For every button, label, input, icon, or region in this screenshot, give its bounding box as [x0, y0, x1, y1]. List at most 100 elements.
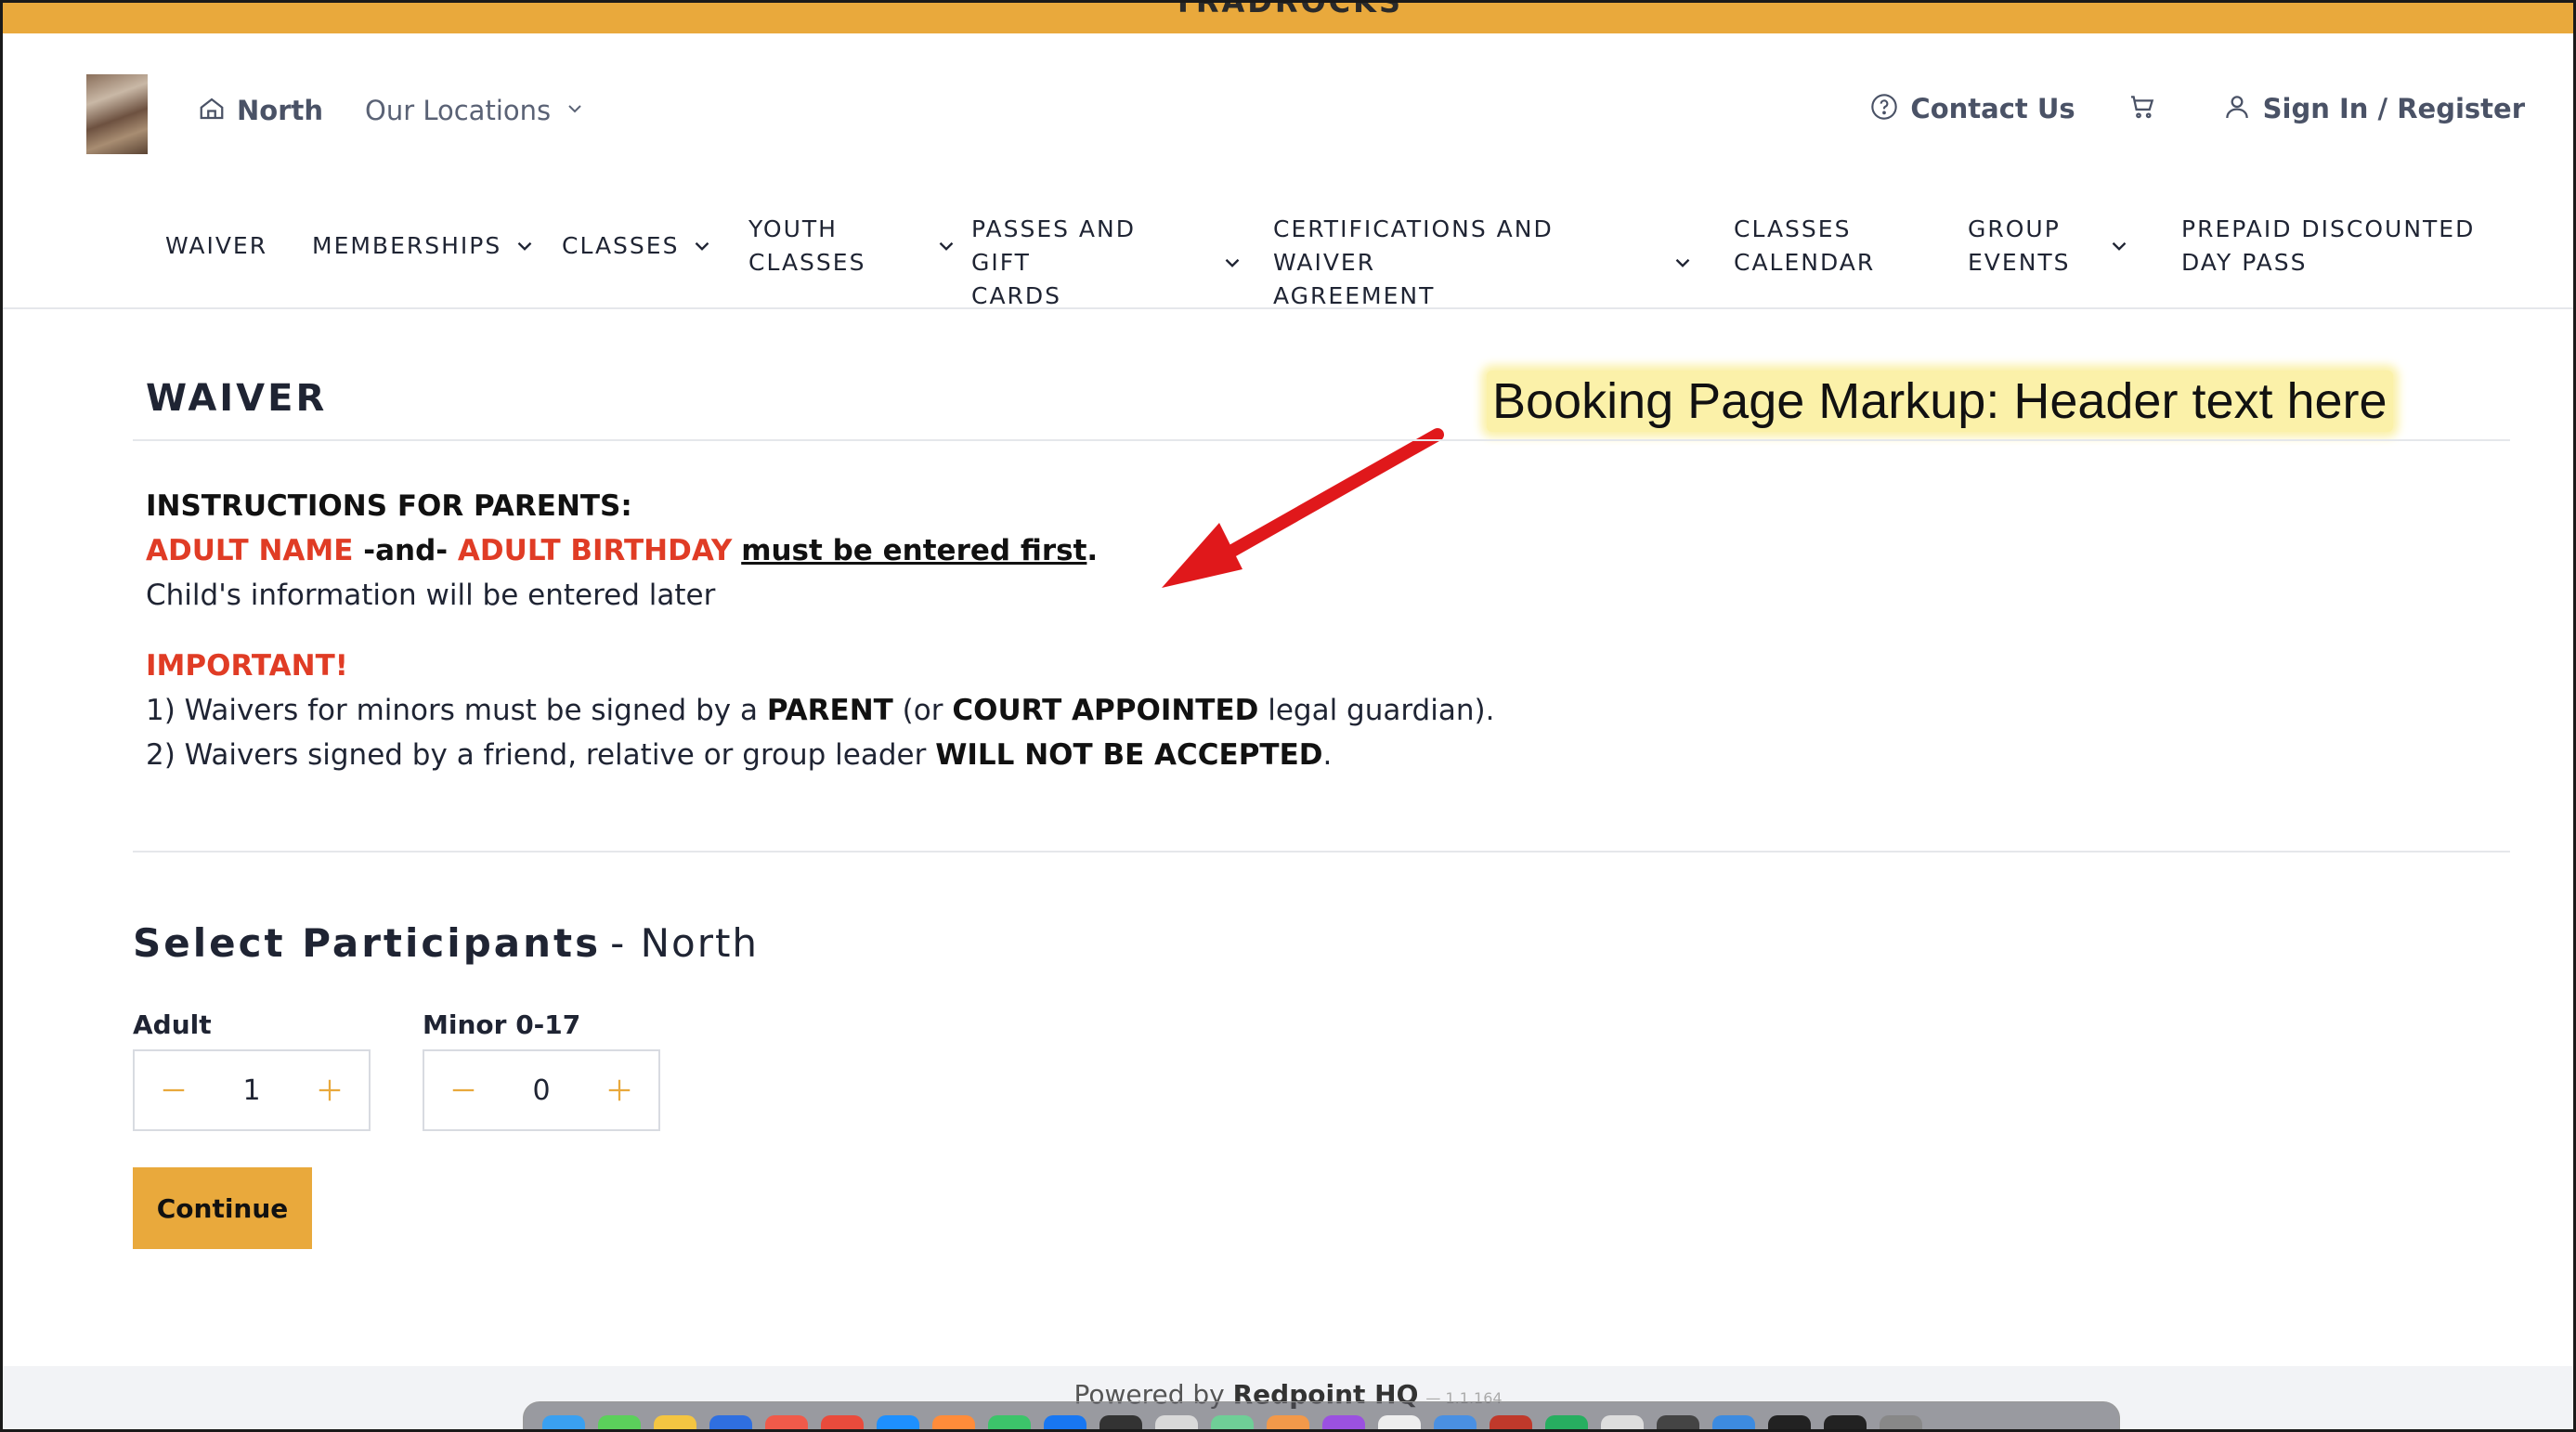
increment-button[interactable] [309, 1070, 350, 1111]
locations-label: Our Locations [365, 95, 552, 126]
app-icon[interactable] [1267, 1415, 1309, 1429]
participants-title: Select Participants [133, 920, 602, 966]
important-heading: IMPORTANT! [146, 649, 348, 683]
signin-label: Sign In / Register [2262, 93, 2525, 124]
menu-label: PASSES AND GIFT CARDS [971, 215, 1136, 309]
chevron-down-icon [564, 98, 586, 124]
minor-quantity-stepper: 0 [423, 1049, 660, 1131]
photos-icon[interactable] [932, 1415, 975, 1429]
chevron-down-icon [1220, 251, 1244, 275]
signin-link[interactable]: Sign In / Register [2222, 92, 2525, 125]
cart-icon [2127, 92, 2157, 125]
app-icon[interactable] [1490, 1415, 1532, 1429]
menu-item-certifications-waiver[interactable]: CERTIFICATIONS AND WAIVER AGREEMENT [1273, 213, 1695, 313]
menu-item-youth-classes[interactable]: YOUTH CLASSES [748, 213, 958, 280]
macos-dock [523, 1401, 2120, 1429]
menu-item-prepaid-day-pass[interactable]: PREPAID DISCOUNTED DAY PASS [2181, 213, 2475, 280]
notes-icon[interactable] [654, 1415, 696, 1429]
menu-label: PREPAID DISCOUNTED DAY PASS [2181, 215, 2476, 276]
minus-icon [163, 1088, 185, 1092]
instructions-heading: INSTRUCTIONS FOR PARENTS: [146, 489, 632, 523]
folder-icon[interactable] [1712, 1415, 1755, 1429]
app-icon[interactable] [1044, 1415, 1086, 1429]
user-icon [2222, 92, 2252, 125]
menu-label: YOUTH CLASSES [748, 215, 866, 276]
help-circle-icon [1869, 92, 1899, 125]
chevron-down-icon [1671, 251, 1695, 275]
chevron-down-icon [513, 234, 537, 258]
contact-link[interactable]: Contact Us [1869, 92, 2075, 125]
annotation-callout: Booking Page Markup: Header text here [1487, 371, 2393, 432]
menu-item-group-events[interactable]: GROUP EVENTS [1968, 213, 2131, 280]
section-divider [133, 439, 2510, 441]
app-icon[interactable] [1099, 1415, 1142, 1429]
menu-label: WAIVER [165, 232, 268, 259]
main-menu: WAIVER MEMBERSHIPS CLASSES YOUTH CLASSES … [3, 187, 2573, 309]
menu-label: MEMBERSHIPS [312, 232, 502, 259]
increment-button[interactable] [599, 1070, 640, 1111]
adult-quantity-value[interactable]: 1 [242, 1074, 260, 1107]
messages-icon[interactable] [598, 1415, 641, 1429]
app-icon[interactable] [1657, 1415, 1699, 1429]
locations-dropdown[interactable]: Our Locations [365, 95, 586, 126]
menu-item-classes-calendar[interactable]: CLASSES CALENDAR [1734, 213, 1875, 280]
menu-label: CLASSES CALENDAR [1734, 215, 1876, 276]
app-icon[interactable] [1434, 1415, 1477, 1429]
home-label: North [237, 95, 324, 126]
site-header: North Our Locations Contact Us Sign In /… [3, 33, 2573, 187]
participants-heading: Select Participants - North [133, 920, 759, 966]
adult-quantity-stepper: 1 [133, 1049, 371, 1131]
slack-icon[interactable] [1322, 1415, 1365, 1429]
menu-label: CLASSES [562, 232, 680, 259]
continue-button[interactable]: Continue [133, 1167, 312, 1249]
app-icon[interactable] [1378, 1415, 1421, 1429]
home-icon [198, 95, 226, 126]
instructions-line-adult: ADULT NAME -and- ADULT BIRTHDAY must be … [146, 534, 1099, 567]
adult-label: Adult [133, 1009, 212, 1040]
contact-label: Contact Us [1910, 93, 2075, 124]
minor-quantity-group: Minor 0-17 0 [423, 1009, 660, 1131]
app-icon[interactable] [1155, 1415, 1198, 1429]
calendar-icon[interactable] [765, 1415, 808, 1429]
chrome-icon[interactable] [821, 1415, 864, 1429]
chevron-down-icon [2107, 234, 2131, 258]
minus-icon [452, 1088, 475, 1092]
facetime-icon[interactable] [988, 1415, 1031, 1429]
section-divider [133, 851, 2510, 853]
instructions-line-child: Child's information will be entered late… [146, 579, 716, 612]
adult-quantity-group: Adult 1 [133, 1009, 371, 1131]
announcement-text: TRADROCKS [3, 3, 2573, 20]
menu-item-waiver[interactable]: WAIVER [165, 229, 267, 263]
announcement-bar: TRADROCKS [3, 3, 2573, 33]
important-line-2: 2) Waivers signed by a friend, relative … [146, 738, 1333, 772]
app-icon[interactable] [1824, 1415, 1867, 1429]
menu-item-memberships[interactable]: MEMBERSHIPS [312, 229, 537, 263]
safari-icon[interactable] [877, 1415, 919, 1429]
site-logo[interactable] [86, 74, 148, 154]
plus-icon [319, 1079, 341, 1101]
header-actions: Contact Us Sign In / Register [1869, 92, 2525, 125]
app-icon[interactable] [1545, 1415, 1588, 1429]
minor-quantity-value[interactable]: 0 [532, 1074, 550, 1107]
important-line-1: 1) Waivers for minors must be signed by … [146, 694, 1495, 727]
page-title: WAIVER [146, 377, 328, 420]
participants-location: - North [610, 920, 760, 966]
cart-button[interactable] [2127, 92, 2157, 125]
app-icon[interactable] [1601, 1415, 1644, 1429]
menu-item-classes[interactable]: CLASSES [562, 229, 714, 263]
chevron-down-icon [934, 234, 958, 258]
decrement-button[interactable] [443, 1070, 484, 1111]
menu-label: GROUP EVENTS [1968, 215, 2071, 276]
waiver-instructions: INSTRUCTIONS FOR PARENTS: ADULT NAME -an… [146, 484, 1494, 777]
menu-label: CERTIFICATIONS AND WAIVER AGREEMENT [1273, 215, 1554, 309]
mail-icon[interactable] [709, 1415, 752, 1429]
menu-item-passes-gift-cards[interactable]: PASSES AND GIFT CARDS [971, 213, 1244, 313]
app-icon[interactable] [1768, 1415, 1811, 1429]
decrement-button[interactable] [153, 1070, 194, 1111]
finder-icon[interactable] [542, 1415, 585, 1429]
home-link[interactable]: North [198, 95, 323, 126]
plus-icon [608, 1079, 631, 1101]
app-icon[interactable] [1211, 1415, 1254, 1429]
browser-page: TRADROCKS North Our Locations Contact Us [0, 0, 2576, 1432]
trash-icon[interactable] [1880, 1415, 1922, 1429]
